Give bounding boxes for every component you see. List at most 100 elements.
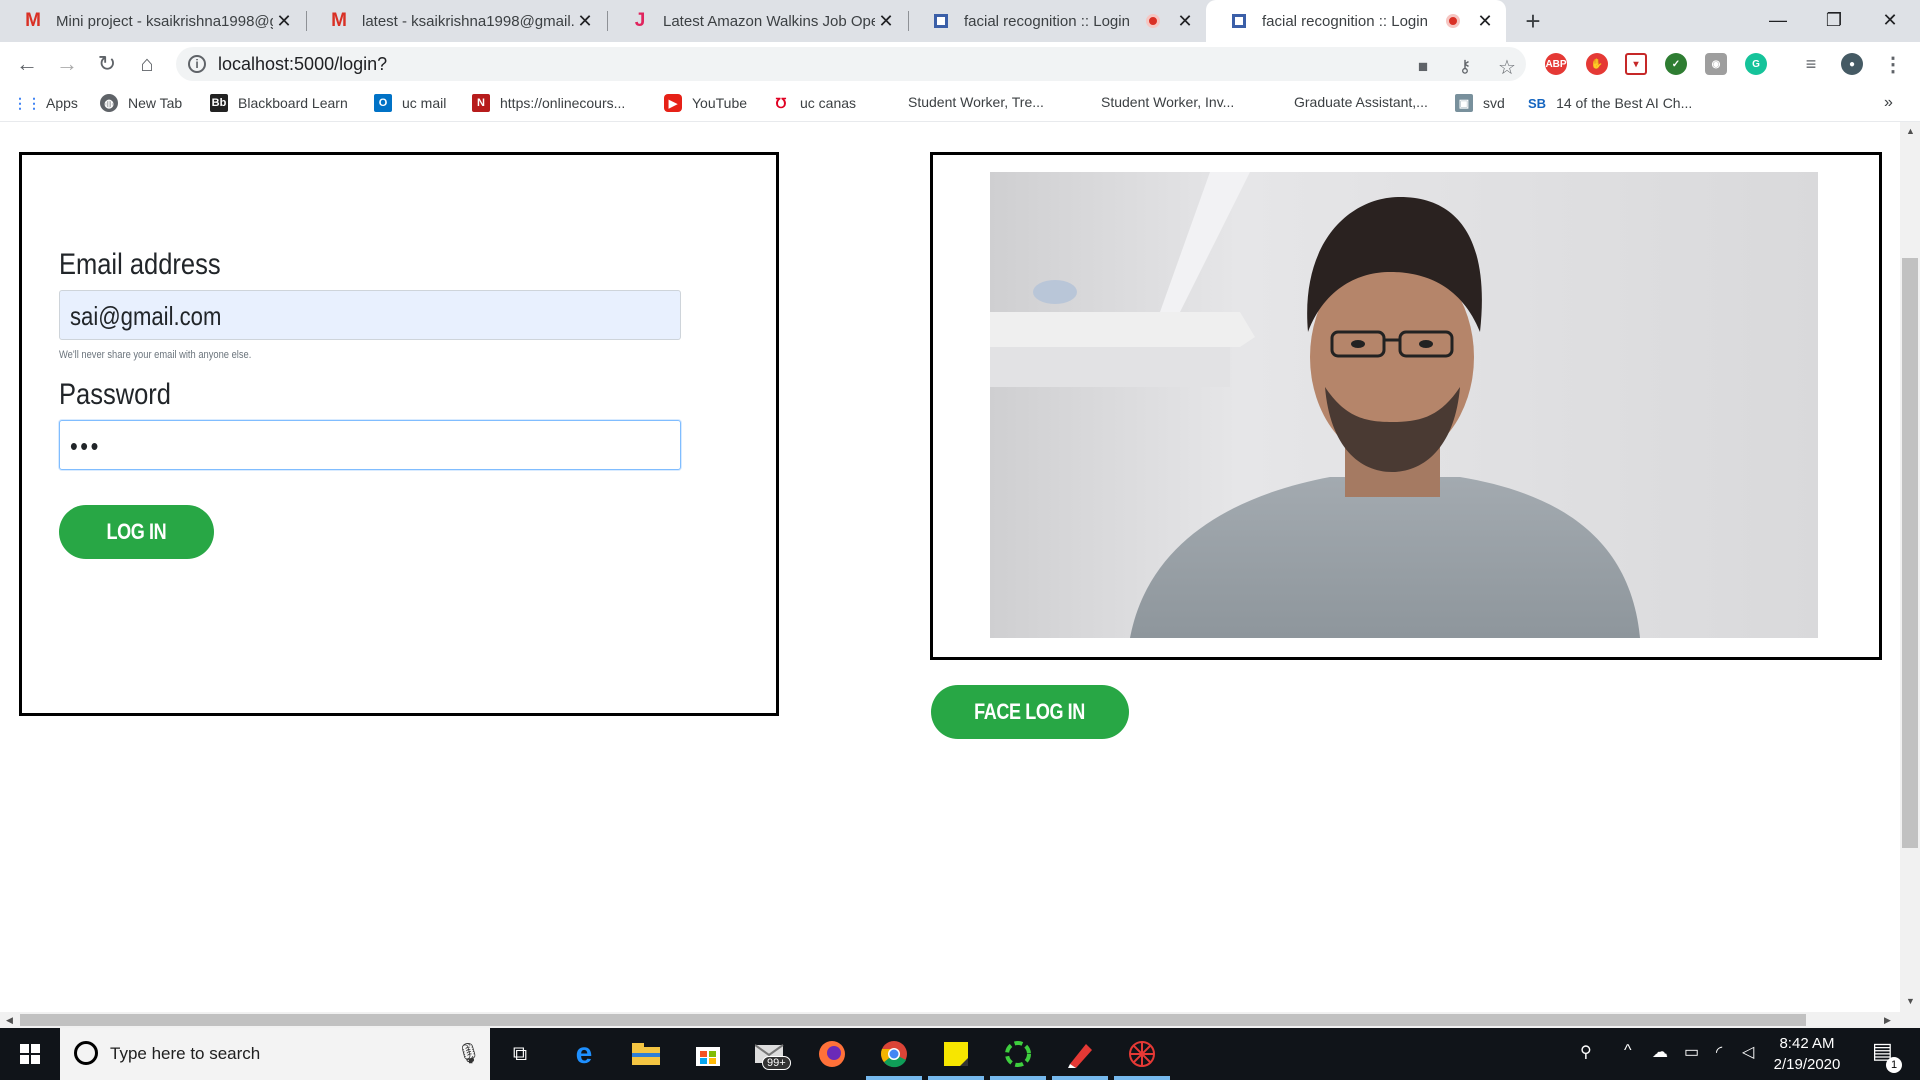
recording-indicator-icon bbox=[1446, 14, 1460, 28]
bookmark-youtube[interactable]: ▶ YouTube bbox=[664, 94, 747, 112]
close-icon[interactable]: ✕ bbox=[1174, 10, 1196, 32]
avatar[interactable]: ● bbox=[1841, 53, 1863, 75]
outlook-icon: O bbox=[374, 94, 392, 112]
bookmark-label: uc canas bbox=[800, 95, 857, 111]
notification-count: 1 bbox=[1886, 1057, 1902, 1073]
close-icon[interactable]: ✕ bbox=[273, 10, 295, 32]
close-icon[interactable]: ✕ bbox=[1474, 10, 1496, 32]
chrome-icon[interactable] bbox=[876, 1037, 912, 1071]
pocket-icon[interactable]: ▾ bbox=[1625, 53, 1647, 75]
page-viewport: Email address sai@gmail.com We'll never … bbox=[0, 122, 1900, 1012]
bookmark-label: Student Worker, Inv... bbox=[1101, 94, 1235, 110]
home-button[interactable]: ⌂ bbox=[132, 49, 162, 79]
password-field[interactable]: ••• bbox=[59, 420, 681, 470]
firefox-icon[interactable] bbox=[814, 1037, 850, 1071]
battery-icon[interactable]: ▭ bbox=[1684, 1042, 1699, 1062]
start-button[interactable] bbox=[0, 1028, 60, 1080]
app-indicator bbox=[990, 1076, 1046, 1080]
media-control-icon[interactable]: ≡ bbox=[1800, 53, 1822, 75]
minimize-button[interactable]: — bbox=[1750, 0, 1806, 40]
vertical-scroll-thumb[interactable] bbox=[1902, 258, 1918, 848]
microphone-icon[interactable]: 🎙 bbox=[456, 1041, 481, 1066]
tab-latest[interactable]: M latest - ksaikrishna1998@gmail.c ✕ bbox=[306, 0, 606, 42]
bookmark-student-worker-tre[interactable]: Student Worker, Tre... bbox=[908, 94, 1044, 110]
pen-tool-icon[interactable] bbox=[1062, 1037, 1098, 1071]
sticky-notes-icon[interactable] bbox=[938, 1037, 974, 1071]
uc-icon: ℧ bbox=[775, 94, 787, 111]
bookmark-svd[interactable]: ▣ svd bbox=[1455, 94, 1505, 112]
bookmark-label: uc mail bbox=[402, 95, 447, 111]
clock[interactable]: 8:42 AM 2/19/2020 bbox=[1762, 1033, 1852, 1075]
file-explorer-icon[interactable] bbox=[628, 1037, 664, 1071]
restore-button[interactable]: ❐ bbox=[1806, 0, 1862, 40]
close-icon[interactable]: ✕ bbox=[875, 10, 897, 32]
chevron-up-icon[interactable]: ^ bbox=[1624, 1042, 1632, 1060]
bookmark-student-worker-inv[interactable]: Student Worker, Inv... bbox=[1101, 94, 1234, 110]
bookmark-uc-mail[interactable]: O uc mail bbox=[374, 94, 446, 112]
email-field[interactable]: sai@gmail.com bbox=[59, 290, 681, 340]
bookmark-best-ai[interactable]: SB 14 of the Best AI Ch... bbox=[1528, 94, 1692, 112]
adblock-icon[interactable]: ABP bbox=[1545, 53, 1567, 75]
stop-hand-icon[interactable]: ✋ bbox=[1586, 53, 1608, 75]
youtube-icon: ▶ bbox=[664, 94, 682, 112]
scroll-right-arrow-icon[interactable]: ▶ bbox=[1884, 1015, 1891, 1026]
bookmark-graduate-assistant[interactable]: Graduate Assistant,... bbox=[1294, 94, 1428, 110]
more-bookmarks-button[interactable]: » bbox=[1884, 94, 1893, 112]
bookmark-onlinecourses[interactable]: N https://onlinecours... bbox=[472, 94, 625, 112]
reload-button[interactable]: ↻ bbox=[92, 49, 122, 79]
people-icon[interactable]: ⚲ bbox=[1580, 1042, 1592, 1062]
scroll-left-arrow-icon[interactable]: ◀ bbox=[6, 1015, 13, 1026]
key-icon[interactable]: ⚷ bbox=[1454, 56, 1476, 78]
close-window-button[interactable]: ✕ bbox=[1862, 0, 1918, 40]
taskbar-search[interactable]: Type here to search 🎙 bbox=[60, 1028, 490, 1080]
spider-icon[interactable] bbox=[1124, 1037, 1160, 1071]
edge-icon[interactable]: e bbox=[566, 1037, 602, 1071]
globe-icon: ◍ bbox=[100, 94, 118, 112]
camera-icon[interactable]: ■ bbox=[1412, 56, 1434, 78]
webcam-video bbox=[990, 172, 1818, 638]
blackboard-icon: Bb bbox=[210, 94, 228, 112]
page-icon bbox=[1228, 10, 1250, 32]
scroll-down-arrow-icon[interactable]: ▼ bbox=[1906, 996, 1915, 1006]
close-icon[interactable]: ✕ bbox=[574, 10, 596, 32]
gmail-icon: M bbox=[331, 10, 347, 31]
sync-icon[interactable] bbox=[1000, 1037, 1036, 1071]
grammarly-icon[interactable]: G bbox=[1745, 53, 1767, 75]
new-tab-button[interactable]: + bbox=[1518, 6, 1548, 36]
info-icon[interactable]: i bbox=[188, 55, 206, 73]
active-app-indicator bbox=[866, 1076, 922, 1080]
tab-facial-recognition-1[interactable]: facial recognition :: Login ✕ bbox=[908, 0, 1206, 42]
tab-mini-project[interactable]: M Mini project - ksaikrishna1998@g ✕ bbox=[0, 0, 305, 42]
password-value: ••• bbox=[70, 431, 101, 461]
star-icon[interactable]: ☆ bbox=[1496, 56, 1518, 79]
recording-indicator-icon bbox=[1146, 14, 1160, 28]
scroll-up-arrow-icon[interactable]: ▲ bbox=[1906, 126, 1915, 136]
login-button[interactable]: LOG IN bbox=[59, 505, 214, 559]
bookmark-apps[interactable]: ⋮⋮ Apps bbox=[13, 94, 78, 112]
j-icon: J bbox=[634, 10, 646, 31]
volume-icon[interactable]: ◁ bbox=[1742, 1042, 1754, 1062]
bookmark-blackboard[interactable]: Bb Blackboard Learn bbox=[210, 94, 348, 112]
screenshot-icon[interactable]: ◉ bbox=[1705, 53, 1727, 75]
n-icon: N bbox=[472, 94, 490, 112]
tab-facial-recognition-active[interactable]: facial recognition :: Login ✕ bbox=[1206, 0, 1506, 42]
horizontal-scroll-thumb[interactable] bbox=[20, 1014, 1806, 1026]
bookmark-new-tab[interactable]: ◍ New Tab bbox=[100, 94, 182, 112]
check-icon[interactable]: ✓ bbox=[1665, 53, 1687, 75]
store-icon[interactable] bbox=[690, 1037, 726, 1071]
tab-amazon-walkins[interactable]: J Latest Amazon Walkins Job Oper ✕ bbox=[607, 0, 907, 42]
profile-image-icon: ▣ bbox=[1455, 94, 1473, 112]
tab-strip: M Mini project - ksaikrishna1998@g ✕ M l… bbox=[0, 0, 1920, 42]
wifi-icon[interactable]: ◜ bbox=[1716, 1042, 1722, 1062]
page-icon bbox=[930, 10, 952, 32]
back-button[interactable]: ← bbox=[12, 49, 42, 79]
menu-icon[interactable]: ⋮ bbox=[1882, 53, 1904, 76]
bookmark-uc-canas[interactable]: ℧ uc canas bbox=[772, 94, 856, 112]
face-login-button[interactable]: FACE LOG IN bbox=[931, 685, 1129, 739]
address-bar[interactable]: i localhost:5000/login? ■ ⚷ ☆ bbox=[176, 47, 1526, 81]
email-value: sai@gmail.com bbox=[70, 301, 222, 331]
onedrive-icon[interactable]: ☁ bbox=[1652, 1042, 1668, 1062]
forward-button[interactable]: → bbox=[52, 49, 82, 79]
task-view-icon[interactable]: ⧉ bbox=[502, 1037, 538, 1071]
bookmark-label: Student Worker, Tre... bbox=[908, 94, 1044, 110]
